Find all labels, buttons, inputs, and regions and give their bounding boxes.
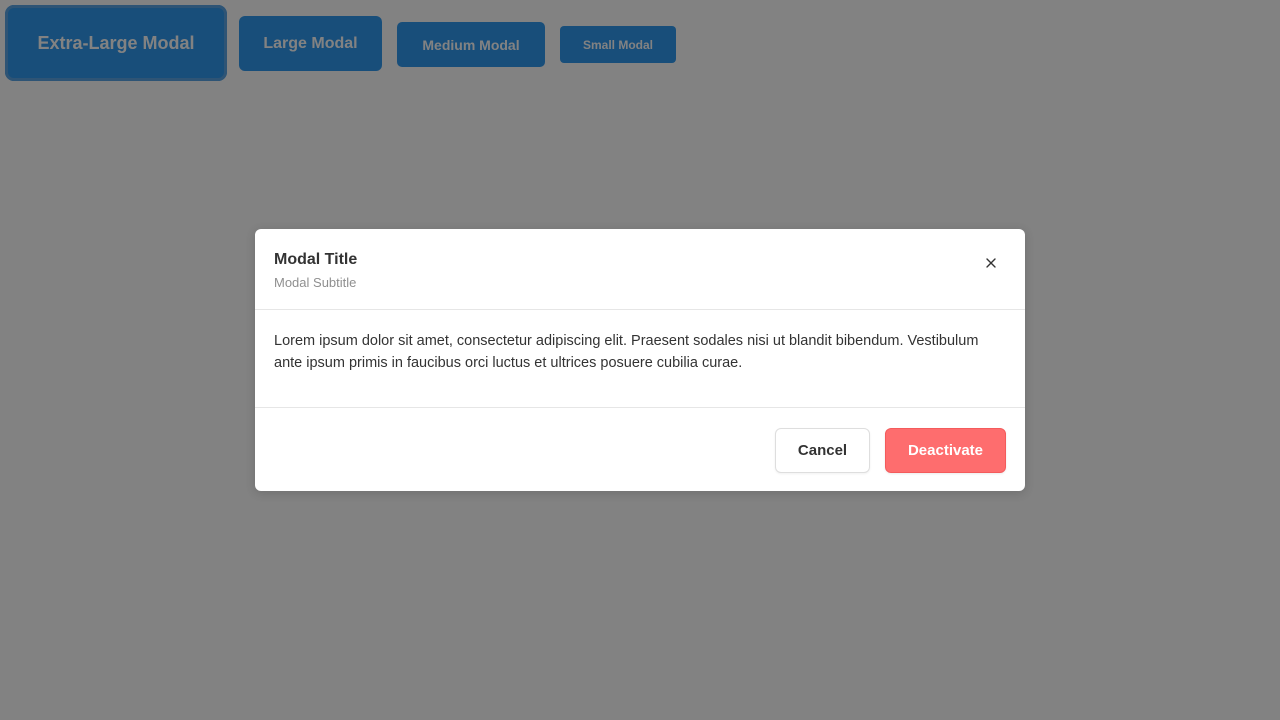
modal-footer: Cancel Deactivate [255,408,1025,491]
modal-dialog: Modal Title Modal Subtitle Lorem ipsum d… [255,229,1025,491]
close-button[interactable] [979,251,1003,275]
modal-body: Lorem ipsum dolor sit amet, consectetur … [255,310,1025,408]
close-icon [986,258,996,268]
modal-subtitle: Modal Subtitle [274,275,357,290]
deactivate-button[interactable]: Deactivate [885,428,1006,473]
modal-title: Modal Title [274,251,358,268]
modal-body-text: Lorem ipsum dolor sit amet, consectetur … [274,333,979,371]
cancel-button[interactable]: Cancel [775,428,870,473]
modal-header: Modal Title Modal Subtitle [255,229,1025,310]
